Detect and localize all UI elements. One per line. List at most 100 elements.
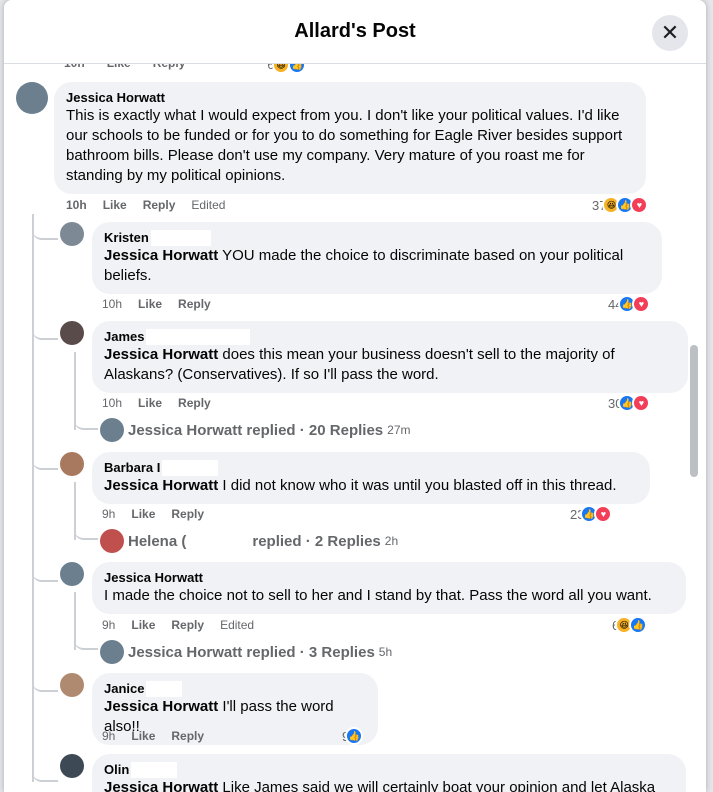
reply-comment: Kristen Jessica Horwatt YOU made the cho… [60,222,662,294]
reply-time: 5h [378,645,393,659]
comment-author[interactable]: Jessica Horwatt [104,570,674,586]
like-button[interactable]: Like [131,618,155,632]
comment-author[interactable]: Barbara I [104,460,638,476]
mention-tag[interactable]: Jessica Horwatt [104,477,218,494]
comment-author[interactable]: Olin [104,762,674,778]
reaction-summary[interactable]: 9 👍 [342,727,364,745]
reply-button[interactable]: Reply [171,618,204,632]
reply-count: 2 Replies [314,532,381,550]
author-name: Barbara I [104,460,161,475]
edited-label[interactable]: Edited [191,198,225,212]
comment-bubble: Jessica Horwatt I made the choice not to… [92,562,686,614]
view-replies-link[interactable]: Jessica Horwatt replied · 3 Replies 5h [100,640,392,664]
redaction [162,460,219,476]
reply-button[interactable]: Reply [153,64,186,74]
thread-connector [74,634,98,650]
reaction-summary[interactable]: 37 😆 👍 ♥ [592,196,649,214]
avatar[interactable] [60,562,84,586]
avatar[interactable] [60,321,84,345]
like-button[interactable]: Like [107,64,131,74]
reply-button[interactable]: Reply [178,297,211,311]
love-icon: ♥ [594,505,613,523]
mention-tag[interactable]: Jessica Horwatt [104,247,218,264]
comment-author[interactable]: Jessica Horwatt [66,90,634,106]
comment-text: Jessica Horwatt YOU made the choice to d… [104,246,650,286]
comment-text: Jessica Horwatt I did not know who it wa… [104,476,638,496]
reply-count: 3 Replies [308,643,375,661]
reply-time: 2h [384,534,399,548]
reply-comment: Jessica Horwatt I made the choice not to… [60,562,686,614]
comment-time[interactable]: 9h [102,618,115,632]
avatar[interactable] [60,754,84,778]
close-icon: ✕ [660,20,680,45]
comment-author[interactable]: James [104,329,676,345]
thread-connector [74,414,98,430]
author-name: Kristen [104,230,149,245]
avatar[interactable] [60,222,84,246]
comments-list: 10h Like Reply 6 😆 👍 Jessica Horwatt Thi… [4,64,706,792]
author-name: Olin [104,762,130,777]
comment-author[interactable]: Kristen [104,230,650,246]
comment-actions: 9h Like Reply [102,729,204,743]
comment-time[interactable]: 10h [102,297,122,311]
replier-name: Helena ( [128,532,187,550]
avatar[interactable] [60,673,84,697]
comment-author[interactable]: Janice [104,681,366,697]
like-button[interactable]: Like [131,507,155,521]
reply-button[interactable]: Reply [143,198,176,212]
reaction-summary[interactable]: 30 👍 ♥ [608,394,651,412]
view-replies-link[interactable]: Helena ( replied · 2 Replies 2h [100,529,398,553]
comment-bubble: James Jessica Horwatt does this mean you… [92,321,688,393]
avatar[interactable] [16,82,48,114]
comment-time: 10h [64,64,85,74]
comment-actions: 9h Like Reply Edited [102,618,254,632]
scrollbar[interactable] [690,345,698,477]
reply-button[interactable]: Reply [178,396,211,410]
like-button[interactable]: Like [103,198,127,212]
redaction [150,230,211,246]
reply-button[interactable]: Reply [171,729,204,743]
comment-actions: 10h Like Reply Edited [66,198,225,212]
mention-tag[interactable]: Jessica Horwatt [104,698,218,715]
reply-comment: Olin Jessica Horwatt Like James said we … [60,754,686,792]
comment: Jessica Horwatt This is exactly what I w… [16,82,646,194]
comment-time[interactable]: 9h [102,729,115,743]
reaction-summary[interactable]: 23 👍 ♥ [570,505,613,523]
modal-header: Allard's Post ✕ [4,0,706,64]
replier-name: Jessica Horwatt replied [128,643,296,661]
close-button[interactable]: ✕ [652,15,688,51]
like-button[interactable]: Like [138,297,162,311]
reaction-summary[interactable]: 44 👍 ♥ [608,295,651,313]
author-name: James [104,329,145,344]
reply-button[interactable]: Reply [171,507,204,521]
comment-bubble: Jessica Horwatt This is exactly what I w… [54,82,646,194]
comment-actions: 10h Like Reply [102,297,211,311]
previous-comment-meta: 10h Like Reply 6 😆 👍 [64,64,307,74]
redaction [146,681,183,697]
view-replies-link[interactable]: Jessica Horwatt replied · 20 Replies 27m [100,418,410,442]
comment-actions: 10h Like Reply [102,396,211,410]
mention-tag[interactable]: Jessica Horwatt [104,779,218,792]
mention-tag[interactable]: Jessica Horwatt [104,346,218,363]
avatar[interactable] [60,452,84,476]
comment-body: I did not know who it was until you blas… [218,477,617,494]
comment-text: I made the choice not to sell to her and… [104,587,652,604]
comment-bubble: Olin Jessica Horwatt Like James said we … [92,754,686,792]
edited-label[interactable]: Edited [220,618,254,632]
like-button[interactable]: Like [138,396,162,410]
author-name: Janice [104,681,145,696]
comment-time[interactable]: 10h [102,396,122,410]
redaction [146,329,251,345]
love-icon: ♥ [632,295,651,313]
thread-connector [32,314,58,340]
reaction-summary[interactable]: 6 😆 👍 [267,64,307,74]
post-modal: Allard's Post ✕ 10h Like Reply 6 😆 👍 Jes… [4,0,706,792]
like-button[interactable]: Like [131,729,155,743]
modal-title: Allard's Post [294,20,416,42]
thread-connector [74,524,98,540]
reaction-summary[interactable]: 6 😆 👍 [612,616,648,634]
comment-time[interactable]: 10h [66,198,87,212]
comment-bubble: Kristen Jessica Horwatt YOU made the cho… [92,222,662,294]
thread-connector [32,214,58,240]
comment-time[interactable]: 9h [102,507,115,521]
